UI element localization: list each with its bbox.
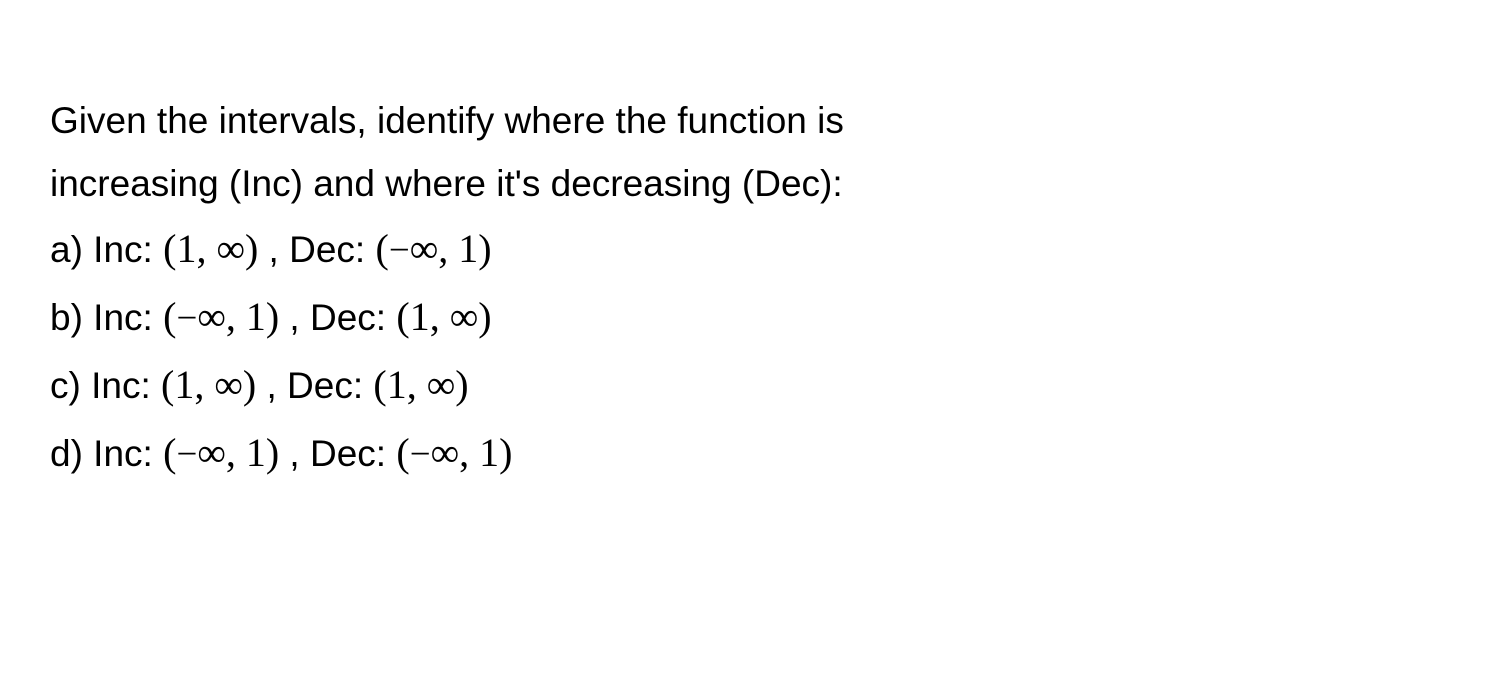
option-c-dec-val1: 1 — [387, 362, 407, 407]
option-b-inc-close: ) — [266, 294, 279, 339]
option-b-mid: , Dec: — [279, 297, 396, 338]
option-a-inc-comma: , — [196, 226, 216, 271]
option-a-inc-close: ) — [245, 226, 258, 271]
option-c-dec-close: ) — [455, 362, 468, 407]
option-c: c) Inc: (1, ∞) , Dec: (1, ∞) — [50, 352, 1450, 418]
option-c-dec-val2: ∞ — [427, 362, 456, 407]
option-d-dec-val2: 1 — [479, 430, 499, 475]
option-d-dec-minus: − — [410, 434, 431, 475]
option-b-dec-val2: ∞ — [450, 294, 479, 339]
option-c-label: c) Inc: — [50, 365, 161, 406]
option-d-dec-close: ) — [499, 430, 512, 475]
option-d-inc-comma: , — [226, 430, 246, 475]
option-b-dec-val1: 1 — [410, 294, 430, 339]
option-b: b) Inc: (−∞, 1) , Dec: (1, ∞) — [50, 284, 1450, 350]
option-b-dec-open: ( — [396, 294, 409, 339]
option-c-inc-close: ) — [243, 362, 256, 407]
question-line-2: increasing (Inc) and where it's decreasi… — [50, 153, 1450, 214]
option-b-inc-comma: , — [226, 294, 246, 339]
option-a-dec-open: ( — [375, 226, 388, 271]
option-b-inc-val2: 1 — [246, 294, 266, 339]
option-d-dec-open: ( — [396, 430, 409, 475]
option-c-dec-open: ( — [373, 362, 386, 407]
option-d-inc-close: ) — [266, 430, 279, 475]
option-d-inc-val1: ∞ — [197, 430, 226, 475]
option-d-dec-comma: , — [459, 430, 479, 475]
question-content: Given the intervals, identify where the … — [50, 90, 1450, 486]
option-c-inc-val2: ∞ — [214, 362, 243, 407]
option-d-inc-open: ( — [163, 430, 176, 475]
option-c-inc-open: ( — [161, 362, 174, 407]
option-d-inc-minus: − — [176, 434, 197, 475]
option-a-dec-close: ) — [478, 226, 491, 271]
option-c-inc-val1: 1 — [174, 362, 194, 407]
option-d-mid: , Dec: — [279, 433, 396, 474]
option-d-label: d) Inc: — [50, 433, 163, 474]
option-b-dec-comma: , — [430, 294, 450, 339]
option-c-mid: , Dec: — [256, 365, 373, 406]
option-a-dec-val2: 1 — [458, 226, 478, 271]
option-c-dec-comma: , — [407, 362, 427, 407]
option-b-inc-val1: ∞ — [197, 294, 226, 339]
option-a-inc-val2: ∞ — [216, 226, 245, 271]
option-b-inc-open: ( — [163, 294, 176, 339]
option-a-dec-minus: − — [389, 230, 410, 271]
option-a-inc-val1: 1 — [176, 226, 196, 271]
option-a-mid: , Dec: — [258, 229, 375, 270]
option-a-inc-open: ( — [163, 226, 176, 271]
option-d: d) Inc: (−∞, 1) , Dec: (−∞, 1) — [50, 420, 1450, 486]
option-c-inc-comma: , — [194, 362, 214, 407]
option-d-dec-val1: ∞ — [431, 430, 460, 475]
option-a-label: a) Inc: — [50, 229, 163, 270]
option-b-label: b) Inc: — [50, 297, 163, 338]
option-b-inc-minus: − — [176, 298, 197, 339]
option-b-dec-close: ) — [478, 294, 491, 339]
option-d-inc-val2: 1 — [246, 430, 266, 475]
question-line-1: Given the intervals, identify where the … — [50, 90, 1450, 151]
option-a-dec-comma: , — [438, 226, 458, 271]
option-a: a) Inc: (1, ∞) , Dec: (−∞, 1) — [50, 216, 1450, 282]
option-a-dec-val1: ∞ — [410, 226, 439, 271]
